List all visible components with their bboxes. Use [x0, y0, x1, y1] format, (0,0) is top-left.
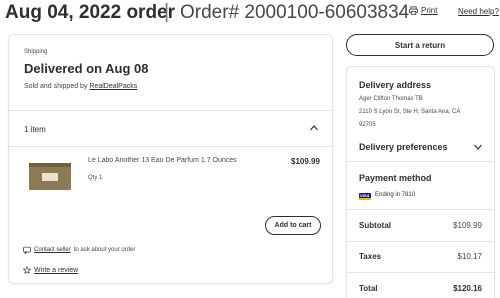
divider: [9, 110, 332, 111]
shipment-card: Shipping Delivered on Aug 08 Sold and sh…: [8, 34, 333, 284]
divider: [347, 209, 494, 210]
add-to-cart-button[interactable]: Add to cart: [265, 216, 321, 235]
chevron-down-icon[interactable]: [473, 142, 483, 152]
chevron-up-icon[interactable]: [309, 123, 319, 133]
card-brand: VISA: [360, 193, 370, 198]
contact-seller-link[interactable]: Contact seller: [34, 247, 71, 253]
print-icon: [409, 6, 418, 15]
print-link[interactable]: Print: [409, 6, 437, 15]
order-number: Order# 2000100-60603834: [180, 2, 410, 23]
order-date-title: Aug 04, 2022 order: [5, 2, 176, 23]
order-details-card: Delivery address Ager Clifton Thomas TB …: [346, 66, 495, 298]
print-label: Print: [421, 6, 438, 15]
items-count: 1 item: [24, 125, 46, 134]
visa-card-icon: VISA: [359, 193, 371, 200]
star-icon: [23, 266, 31, 274]
product-box-label: [42, 173, 58, 181]
delivery-preferences-heading[interactable]: Delivery preferences: [359, 142, 448, 152]
address-zip: 92705: [359, 122, 376, 128]
delivery-status: Delivered on Aug 08: [24, 61, 149, 76]
divider: [347, 272, 494, 273]
contact-seller-row: Contact seller to ask about your order: [23, 246, 135, 254]
sold-by-prefix: Sold and shipped by: [24, 83, 88, 90]
write-review-row: Write a review: [23, 266, 78, 274]
total-label: Total: [359, 284, 378, 293]
product-image[interactable]: [29, 163, 71, 190]
divider: [347, 241, 494, 242]
seller-link[interactable]: RealDealPacks: [89, 83, 137, 90]
payment-method-heading: Payment method: [359, 173, 432, 183]
divider: [9, 146, 332, 147]
address-street: 2110 S Lyon St, Ste H, Santa Ana, CA: [359, 109, 461, 115]
delivery-address-heading: Delivery address: [359, 80, 432, 90]
card-ending: Ending in 7810: [375, 192, 416, 198]
start-return-button[interactable]: Start a return: [346, 34, 494, 56]
message-icon: [23, 246, 31, 254]
title-separator: |: [164, 1, 170, 23]
taxes-value: $10.17: [457, 252, 482, 261]
taxes-label: Taxes: [359, 252, 382, 261]
product-price: $109.99: [291, 157, 320, 166]
write-review-link[interactable]: Write a review: [34, 267, 78, 274]
product-quantity: Qty 1: [88, 175, 103, 181]
order-header: Aug 04, 2022 order | Order# 2000100-6060…: [0, 0, 500, 26]
divider: [347, 161, 494, 162]
total-value: $120.16: [453, 284, 482, 293]
subtotal-value: $109.99: [453, 221, 482, 230]
product-name[interactable]: Le Labo Another 13 Eau De Parfum 1.7 Oun…: [88, 157, 237, 164]
contact-seller-suffix: to ask about your order: [73, 247, 136, 253]
sold-by: Sold and shipped by RealDealPacks: [24, 83, 137, 90]
subtotal-label: Subtotal: [359, 221, 391, 230]
shipping-label: Shipping: [24, 49, 48, 55]
need-help-link[interactable]: Need help?: [458, 7, 499, 16]
address-name: Ager Clifton Thomas TB: [359, 96, 423, 102]
